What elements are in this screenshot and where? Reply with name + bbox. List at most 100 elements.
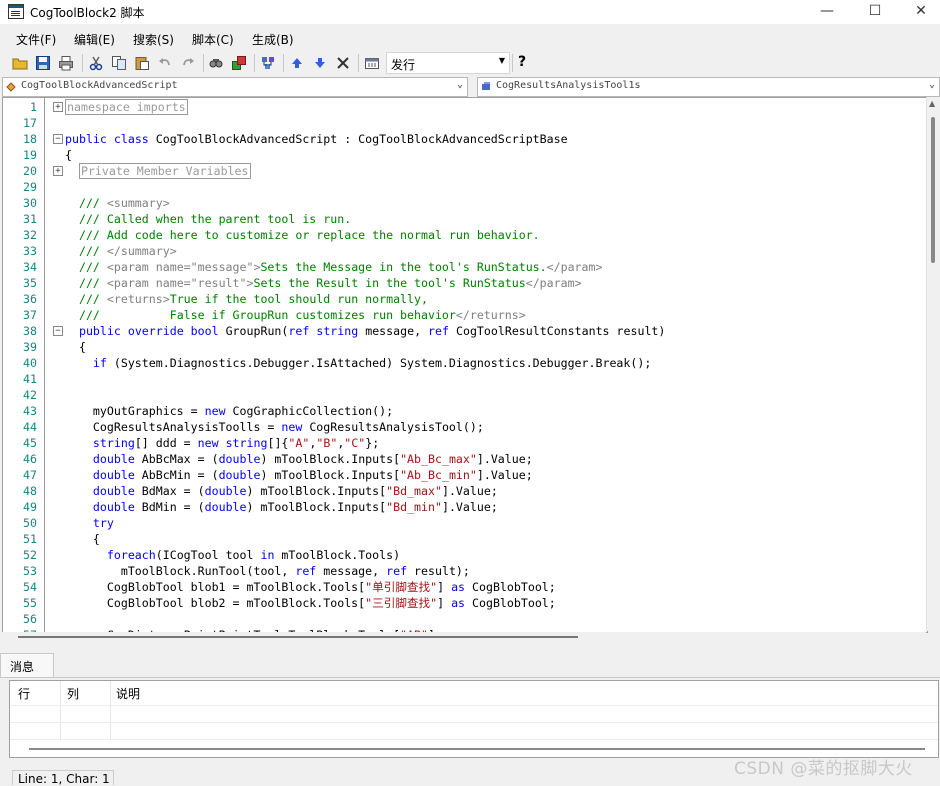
field-icon [482,82,490,90]
code-text: myOutGraphics = new CogGraphicCollection… [65,404,394,418]
code-line[interactable]: 30 /// <summary> [3,195,927,211]
arrow-up-icon[interactable] [289,55,305,71]
code-line[interactable]: 1 + namespace imports [3,99,927,115]
code-line[interactable]: 20 + Private Member Variables [3,163,927,179]
collapse-icon[interactable]: − [53,326,63,336]
code-text: CogResultsAnalysisToolls = new CogResult… [65,420,484,434]
chevron-down-icon: ▼ [498,56,505,65]
scroll-thumb[interactable] [18,636,578,638]
code-text: /// <returns>True if the tool should run… [78,292,428,306]
column-header-column[interactable]: 列 [67,685,79,702]
code-line[interactable]: 40 if (System.Diagnostics.Debugger.IsAtt… [3,355,927,371]
open-folder-icon[interactable] [12,55,28,71]
code-line[interactable]: 51 { [3,531,927,547]
close-button[interactable]: ✕ [898,0,940,24]
line-number: 1 [30,100,37,114]
code-line[interactable]: 35 /// <param name="result">Sets the Res… [3,275,927,291]
code-line[interactable]: 52 foreach(ICogTool tool in mToolBlock.T… [3,547,927,563]
code-line[interactable]: 31 /// Called when the parent tool is ru… [3,211,927,227]
menu-build[interactable]: 生成(B) [252,31,294,48]
code-text: /// </summary> [78,244,177,258]
vertical-scrollbar[interactable]: ▲ [926,97,940,631]
scroll-up-icon[interactable]: ▲ [929,99,935,108]
save-icon[interactable] [35,55,51,71]
menu-edit[interactable]: 编辑(E) [74,31,115,48]
collapse-icon[interactable]: − [53,134,63,144]
line-number: 34 [23,260,37,274]
expand-icon[interactable]: + [53,102,63,112]
title-bar: CogToolBlock2 脚本 — ☐ ✕ [0,0,940,24]
horizontal-scrollbar[interactable] [2,632,926,642]
code-line[interactable]: 45 string[] ddd = new string[]{"A","B","… [3,435,927,451]
code-text: foreach(ICogTool tool in mToolBlock.Tool… [106,548,401,562]
code-line[interactable]: 53 mToolBlock.RunTool(tool, ref message,… [3,563,927,579]
replace-icon[interactable] [231,55,247,71]
line-number: 30 [23,196,37,210]
arrow-down-icon[interactable] [312,55,328,71]
code-text: { [65,340,86,354]
help-icon[interactable]: ? [518,54,526,70]
scroll-thumb[interactable] [931,117,935,263]
line-number: 32 [23,228,37,242]
code-line[interactable]: 37 /// False if GroupRun customizes run … [3,307,927,323]
expand-icon[interactable]: + [53,166,63,176]
find-icon[interactable] [208,55,224,71]
code-line[interactable]: 17 [3,115,927,131]
code-line[interactable]: 43 myOutGraphics = new CogGraphicCollect… [3,403,927,419]
code-text: double AbBcMin = (double) mToolBlock.Inp… [92,468,533,482]
build-config-icon[interactable] [364,55,380,71]
column-header-line[interactable]: 行 [18,685,30,702]
print-icon[interactable] [58,55,74,71]
maximize-button[interactable]: ☐ [852,0,898,24]
code-text: /// <summary> [78,196,170,210]
references-icon[interactable] [260,55,276,71]
line-number: 38 [23,324,37,338]
code-line[interactable]: 48 double BdMax = (double) mToolBlock.In… [3,483,927,499]
code-line[interactable]: 38 − public override bool GroupRun(ref st… [3,323,927,339]
delete-icon[interactable] [335,55,351,71]
code-line[interactable]: 55 CogBlobTool blob2 = mToolBlock.Tools[… [3,595,927,611]
paste-icon[interactable] [134,55,150,71]
line-number: 18 [23,132,37,146]
cursor-position: Line: 1, Char: 1 [12,770,114,786]
scroll-thumb[interactable] [29,748,925,750]
code-line[interactable]: 54 CogBlobTool blob1 = mToolBlock.Tools[… [3,579,927,595]
undo-icon[interactable] [157,55,173,71]
code-editor[interactable]: 1 + namespace imports 17 18− public class Cog… [2,97,928,633]
column-header-description[interactable]: 说明 [116,685,140,702]
line-number: 40 [23,356,37,370]
redo-icon[interactable] [180,55,196,71]
menu-script[interactable]: 脚本(C) [192,31,234,48]
copy-icon[interactable] [111,55,127,71]
code-line[interactable]: 42 [3,387,927,403]
code-line[interactable]: 47 double AbBcMin = (double) mToolBlock.… [3,467,927,483]
menu-search[interactable]: 搜索(S) [133,31,174,48]
minimize-button[interactable]: — [804,0,850,24]
code-line[interactable]: 34 /// <param name="message">Sets the Me… [3,259,927,275]
tab-messages[interactable]: 消息 [0,653,54,677]
line-number: 44 [23,420,37,434]
code-line[interactable]: 36 /// <returns>True if the tool should … [3,291,927,307]
code-line[interactable]: 19 { [3,147,927,163]
code-line[interactable]: 46 double AbBcMax = (double) mToolBlock.… [3,451,927,467]
line-number: 42 [23,388,37,402]
code-line[interactable]: 44 CogResultsAnalysisToolls = new CogRes… [3,419,927,435]
code-line[interactable]: 39 { [3,339,927,355]
menu-file[interactable]: 文件(F) [16,31,56,48]
code-line[interactable]: 29 [3,179,927,195]
member-select[interactable]: CogResultsAnalysisTool1s ⌄ [477,77,940,97]
window-title: CogToolBlock2 脚本 [30,6,145,20]
code-line[interactable]: 18 − public class CogToolBlockAdvancedScri… [3,131,927,147]
class-select[interactable]: CogToolBlockAdvancedScript ⌄ [2,77,468,97]
code-line[interactable]: 49 double BdMin = (double) mToolBlock.In… [3,499,927,515]
horizontal-scrollbar[interactable] [9,744,937,754]
line-number: 55 [23,596,37,610]
cut-icon[interactable] [88,55,104,71]
code-line[interactable]: 41 [3,371,927,387]
build-mode-select[interactable]: 发行 ▼ [386,52,510,74]
code-line[interactable]: 33 /// </summary> [3,243,927,259]
class-select-value: CogToolBlockAdvancedScript [21,80,178,91]
code-line[interactable]: 56 [3,611,927,627]
code-line[interactable]: 50 try [3,515,927,531]
code-line[interactable]: 32 /// Add code here to customize or rep… [3,227,927,243]
